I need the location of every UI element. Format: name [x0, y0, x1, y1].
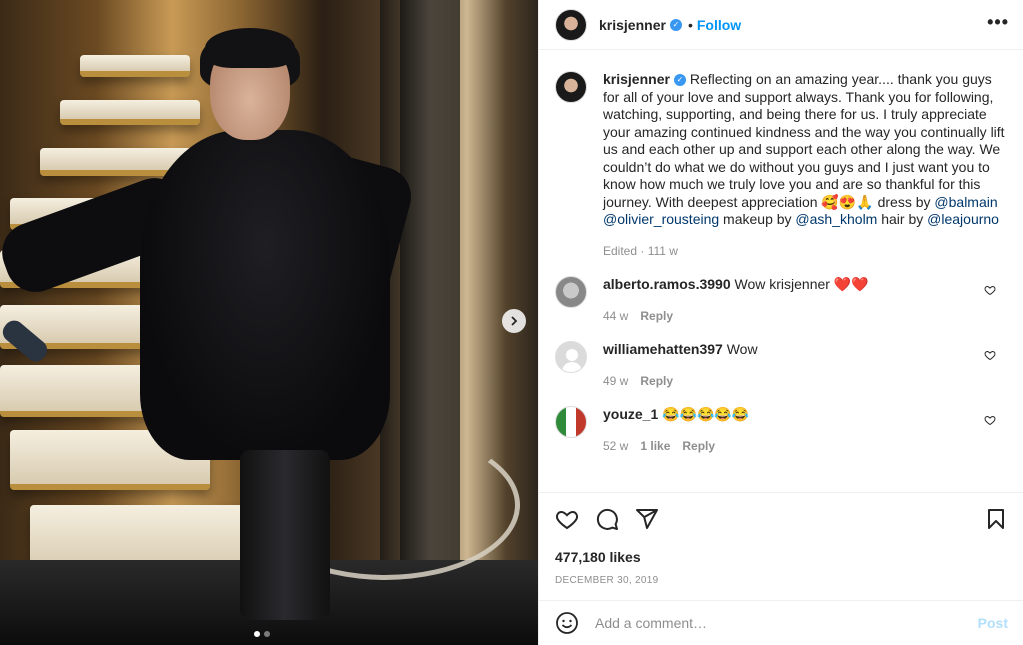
mention-link[interactable]: @leajourno — [927, 211, 999, 227]
caption-text: hair by — [877, 211, 928, 227]
photo-stair — [80, 55, 190, 77]
mention-link[interactable]: @ash_kholm — [795, 211, 877, 227]
comment-text: Wow — [726, 341, 758, 357]
post-actions: 477,180 likes DECEMBER 30, 2019 — [539, 492, 1023, 600]
caption: krisjenner ✓ Reflecting on an amazing yea… — [555, 71, 1008, 260]
heart-icon[interactable] — [984, 284, 996, 296]
comment-text: Wow krisjenner ❤️❤️ — [734, 276, 869, 292]
post-sidebar: krisjenner ✓ • Follow ••• krisjenner ✓ Re… — [538, 0, 1023, 645]
carousel-dot — [264, 631, 270, 637]
comment-input[interactable]: Add a comment… — [595, 615, 962, 631]
comment-age: 52 w — [603, 438, 629, 453]
caption-edited: Edited · 111 w — [603, 243, 678, 258]
commenter-avatar[interactable] — [555, 276, 587, 308]
comment-likes-button[interactable]: 1 like — [640, 438, 670, 456]
comment-body: williamehatten397 Wow 49 w Reply — [603, 341, 1008, 390]
commenter-username[interactable]: youze_1 — [603, 406, 658, 422]
likes-count[interactable]: 477,180 likes — [555, 549, 1008, 565]
commenter-username[interactable]: williamehatten397 — [603, 341, 723, 357]
chevron-right-icon — [511, 316, 518, 326]
caption-avatar[interactable] — [555, 71, 587, 103]
commenter-username[interactable]: alberto.ramos.3990 — [603, 276, 731, 292]
comment-bubble-icon[interactable] — [595, 507, 619, 531]
caption-body: krisjenner ✓ Reflecting on an amazing yea… — [603, 71, 1008, 260]
comment-meta: 49 w Reply — [603, 373, 1008, 391]
verified-badge-icon: ✓ — [669, 18, 682, 31]
comment-body: youze_1 😂😂😂😂😂 52 w 1 like Reply — [603, 406, 1008, 455]
mention-link[interactable]: @olivier_rousteing — [603, 211, 719, 227]
heart-icon[interactable] — [984, 414, 996, 426]
more-options-icon[interactable]: ••• — [987, 12, 1009, 33]
comment-body: alberto.ramos.3990 Wow krisjenner ❤️❤️ 4… — [603, 276, 1008, 325]
reply-button[interactable]: Reply — [640, 373, 673, 391]
photo-stair — [60, 100, 200, 125]
commenter-avatar[interactable] — [555, 406, 587, 438]
like-heart-icon[interactable] — [555, 507, 579, 531]
post-photo[interactable] — [0, 0, 538, 645]
header-separator: • — [687, 16, 693, 33]
comment-item: youze_1 😂😂😂😂😂 52 w 1 like Reply — [555, 406, 1008, 455]
photo-figure-dress — [140, 130, 390, 460]
reply-button[interactable]: Reply — [682, 438, 715, 456]
post-header: krisjenner ✓ • Follow ••• — [539, 0, 1023, 50]
follow-button[interactable]: Follow — [697, 17, 741, 33]
verified-badge-icon: ✓ — [673, 74, 686, 87]
comment-text: 😂😂😂😂😂 — [662, 406, 750, 422]
heart-icon[interactable] — [984, 349, 996, 361]
caption-meta: Edited · 111 w — [603, 243, 1008, 261]
photo-stair — [0, 365, 160, 417]
comment-meta: 52 w 1 like Reply — [603, 438, 1008, 456]
author-avatar[interactable] — [555, 8, 587, 41]
mention-link[interactable]: @balmain — [934, 194, 997, 210]
caption-username[interactable]: krisjenner — [603, 71, 670, 87]
caption-text: makeup by — [719, 211, 796, 227]
comment-age: 49 w — [603, 373, 629, 388]
carousel-dots — [254, 631, 270, 637]
author-username[interactable]: krisjenner — [599, 17, 666, 33]
add-comment-bar: Add a comment… Post — [539, 600, 1023, 645]
comments-section[interactable]: krisjenner ✓ Reflecting on an amazing yea… — [539, 51, 1023, 492]
caption-text: Reflecting on an amazing year.... thank … — [603, 71, 1005, 210]
comment-age: 44 w — [603, 308, 629, 323]
emoji-icon[interactable] — [555, 611, 579, 635]
post-date[interactable]: DECEMBER 30, 2019 — [555, 575, 1008, 586]
comment-item: williamehatten397 Wow 49 w Reply — [555, 341, 1008, 390]
comment-item: alberto.ramos.3990 Wow krisjenner ❤️❤️ 4… — [555, 276, 1008, 325]
carousel-next-button[interactable] — [502, 309, 526, 333]
carousel-dot — [254, 631, 260, 637]
photo-figure-hair — [205, 28, 295, 68]
comment-meta: 44 w Reply — [603, 308, 1008, 326]
reply-button[interactable]: Reply — [640, 308, 673, 326]
commenter-avatar[interactable] — [555, 341, 587, 373]
action-bar — [555, 507, 1008, 531]
share-paper-plane-icon[interactable] — [635, 507, 659, 531]
save-bookmark-icon[interactable] — [984, 507, 1008, 531]
post-comment-button[interactable]: Post — [978, 615, 1008, 631]
photo-figure-legs — [240, 450, 330, 620]
